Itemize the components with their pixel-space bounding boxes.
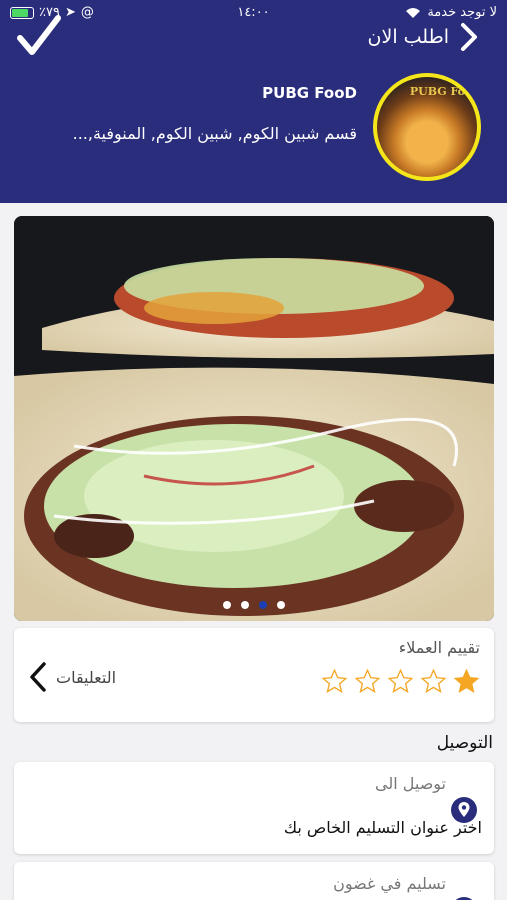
food-image-carousel[interactable] bbox=[14, 216, 494, 621]
food-photo bbox=[14, 216, 494, 621]
carousel-dot-active[interactable] bbox=[259, 601, 267, 609]
confirm-check-button[interactable] bbox=[14, 12, 64, 62]
delivery-address-card[interactable]: توصيل الى اختر عنوان التسليم الخاص بك bbox=[14, 762, 494, 854]
store-name: PUBG FooD bbox=[262, 84, 357, 102]
carousel-dots bbox=[14, 601, 494, 609]
delivery-time-card[interactable]: تسليم في غضون bbox=[14, 862, 494, 900]
star-empty-icon[interactable] bbox=[387, 668, 414, 695]
comments-link[interactable]: التعليقات bbox=[28, 661, 116, 693]
status-right: لا توجد خدمة bbox=[405, 5, 497, 20]
carrier-text: لا توجد خدمة bbox=[427, 5, 497, 20]
chevron-right-icon bbox=[461, 23, 477, 51]
star-filled-icon[interactable] bbox=[453, 668, 480, 695]
carousel-dot[interactable] bbox=[277, 601, 285, 609]
rating-title: تقييم العملاء bbox=[398, 638, 480, 657]
star-empty-icon[interactable] bbox=[420, 668, 447, 695]
logo-text: PUBG Fo bbox=[409, 85, 465, 98]
order-now-button[interactable]: اطلب الان bbox=[368, 22, 479, 52]
deliver-to-label: توصيل الى bbox=[375, 774, 446, 793]
star-empty-icon[interactable] bbox=[354, 668, 381, 695]
comments-label: التعليقات bbox=[56, 667, 117, 687]
rating-card: تقييم العملاء التعليقات bbox=[14, 628, 494, 722]
star-empty-icon[interactable] bbox=[321, 668, 348, 695]
delivery-time-label: تسليم في غضون bbox=[333, 874, 446, 893]
star-rating[interactable] bbox=[321, 668, 480, 695]
delivery-address-input[interactable]: اختر عنوان التسليم الخاص بك bbox=[284, 818, 482, 837]
store-areas: قسم شبين الكوم, شبين الكوم, المنوفية,... bbox=[72, 124, 357, 143]
chevron-left-icon bbox=[30, 662, 46, 692]
order-now-label: اطلب الان bbox=[367, 26, 449, 48]
wifi-icon bbox=[406, 7, 421, 18]
carousel-dot[interactable] bbox=[241, 601, 249, 609]
clock-icon bbox=[455, 897, 473, 900]
delivery-section-title: التوصيل bbox=[436, 733, 493, 753]
carousel-dot[interactable] bbox=[223, 601, 231, 609]
store-header: ٪٧٩ ➤ @ ١٤:٠٠ لا توجد خدمة اطلب الان PUB… bbox=[0, 0, 507, 203]
store-logo: PUBG Fo bbox=[373, 73, 481, 181]
